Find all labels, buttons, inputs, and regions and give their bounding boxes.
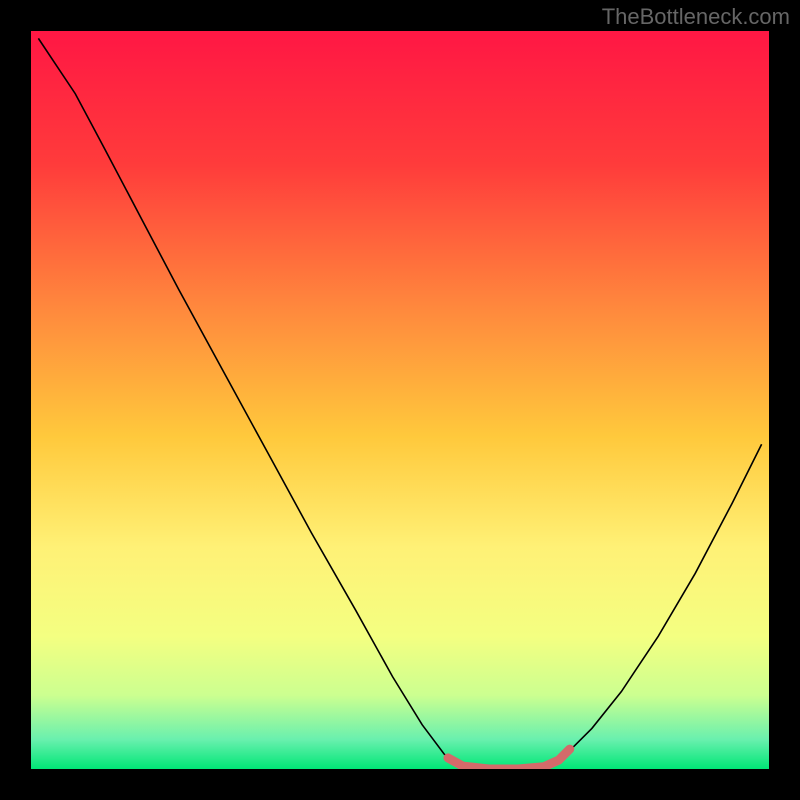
plot-area — [31, 31, 769, 769]
watermark-text: TheBottleneck.com — [602, 4, 790, 30]
chart-container: TheBottleneck.com — [0, 0, 800, 800]
gradient-background — [31, 31, 769, 769]
chart-svg — [31, 31, 769, 769]
